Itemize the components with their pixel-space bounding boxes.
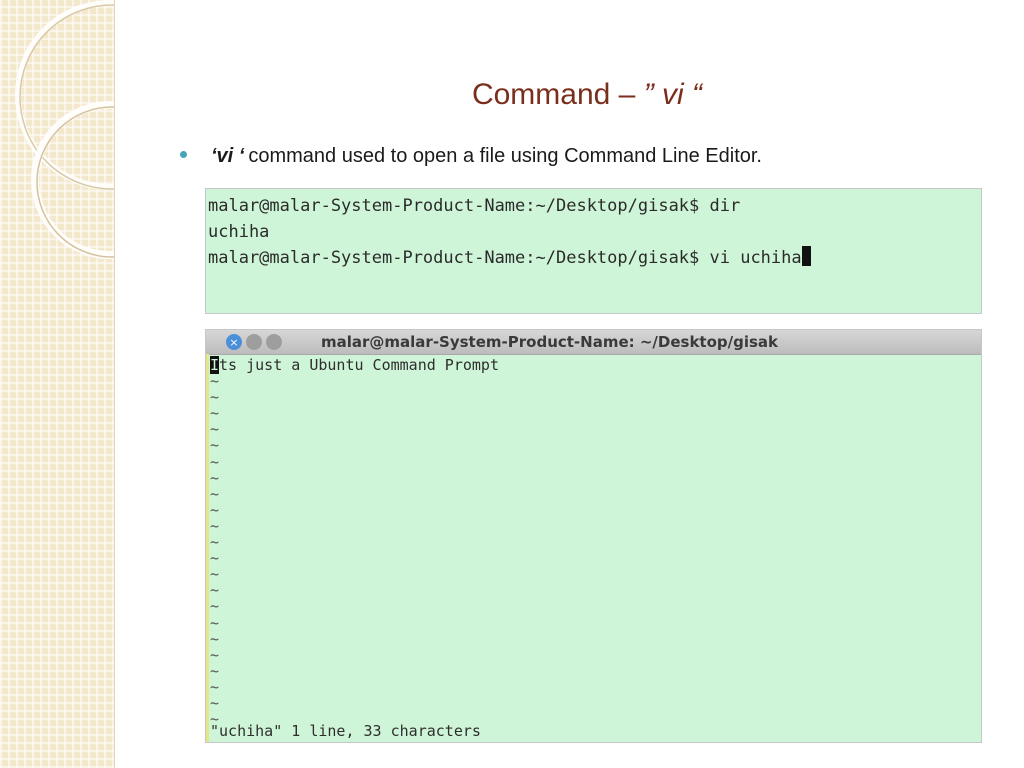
editor-empty-line-tilde: ~ — [210, 597, 220, 616]
editor-empty-line-tilde: ~ — [210, 629, 220, 648]
editor-empty-line-tilde: ~ — [210, 388, 220, 407]
editor-empty-line-tilde: ~ — [210, 645, 220, 664]
minimize-icon[interactable] — [246, 334, 262, 350]
editor-empty-line-tilde: ~ — [210, 372, 220, 391]
terminal-line: malar@malar-System-Product-Name:~/Deskto… — [208, 196, 741, 216]
terminal-line-text: malar@malar-System-Product-Name:~/Deskto… — [208, 248, 802, 268]
editor-empty-line-tilde: ~ — [210, 549, 220, 568]
bullet-item: ‘vi ‘ command used to open a file using … — [180, 145, 762, 168]
editor-empty-line-tilde: ~ — [210, 581, 220, 600]
editor-empty-line-tilde: ~ — [210, 565, 220, 584]
editor-empty-line-tilde: ~ — [210, 677, 220, 696]
close-icon[interactable]: × — [226, 334, 242, 350]
window-title: malar@malar-System-Product-Name: ~/Deskt… — [321, 333, 779, 351]
window-titlebar: × malar@malar-System-Product-Name: ~/Des… — [206, 330, 981, 355]
editor-empty-line-tilde: ~ — [210, 452, 220, 471]
title-prefix: Command – — [471, 78, 644, 111]
editor-empty-line-tilde: ~ — [210, 516, 220, 535]
editor-line: Its just a Ubuntu Command Prompt — [210, 356, 981, 374]
bullet-dot-icon — [180, 151, 187, 158]
editor-empty-line-tilde: ~ — [210, 468, 220, 487]
bullet-vi-label: ‘vi ‘ — [211, 145, 245, 167]
editor-empty-line-tilde: ~ — [210, 613, 220, 632]
terminal-line: uchiha — [208, 222, 270, 242]
editor-empty-line-tilde: ~ — [210, 484, 220, 503]
vi-editor-buffer: Its just a Ubuntu Command Prompt ~ ~ ~ ~ ~ ~ ~… — [206, 356, 981, 727]
editor-empty-line-tilde: ~ — [210, 533, 220, 552]
editor-empty-line-tilde: ~ — [210, 500, 220, 519]
decorative-circles — [15, 0, 114, 259]
slide-title: Command – ” vi “ — [0, 78, 1024, 112]
editor-empty-line-tilde: ~ — [210, 420, 220, 439]
decorative-sidebar — [0, 0, 115, 768]
editor-empty-line-tilde: ~ — [210, 661, 220, 680]
bullet-text: command used to open a file using Comman… — [248, 145, 762, 167]
terminal-screenshot-1: malar@malar-System-Product-Name:~/Deskto… — [205, 188, 982, 314]
editor-empty-line-tilde: ~ — [210, 693, 220, 712]
title-vi: ” vi “ — [643, 78, 703, 111]
editor-line-text: ts just a Ubuntu Command Prompt — [219, 356, 499, 374]
editor-empty-line-tilde: ~ — [210, 404, 220, 423]
terminal-line: malar@malar-System-Product-Name:~/Deskto… — [208, 245, 981, 271]
vi-status-line: "uchiha" 1 line, 33 characters — [210, 722, 481, 740]
terminal-screenshot-2: × malar@malar-System-Product-Name: ~/Des… — [205, 329, 982, 743]
text-cursor — [801, 246, 811, 266]
maximize-icon[interactable] — [266, 334, 282, 350]
editor-empty-line-tilde: ~ — [210, 436, 220, 455]
